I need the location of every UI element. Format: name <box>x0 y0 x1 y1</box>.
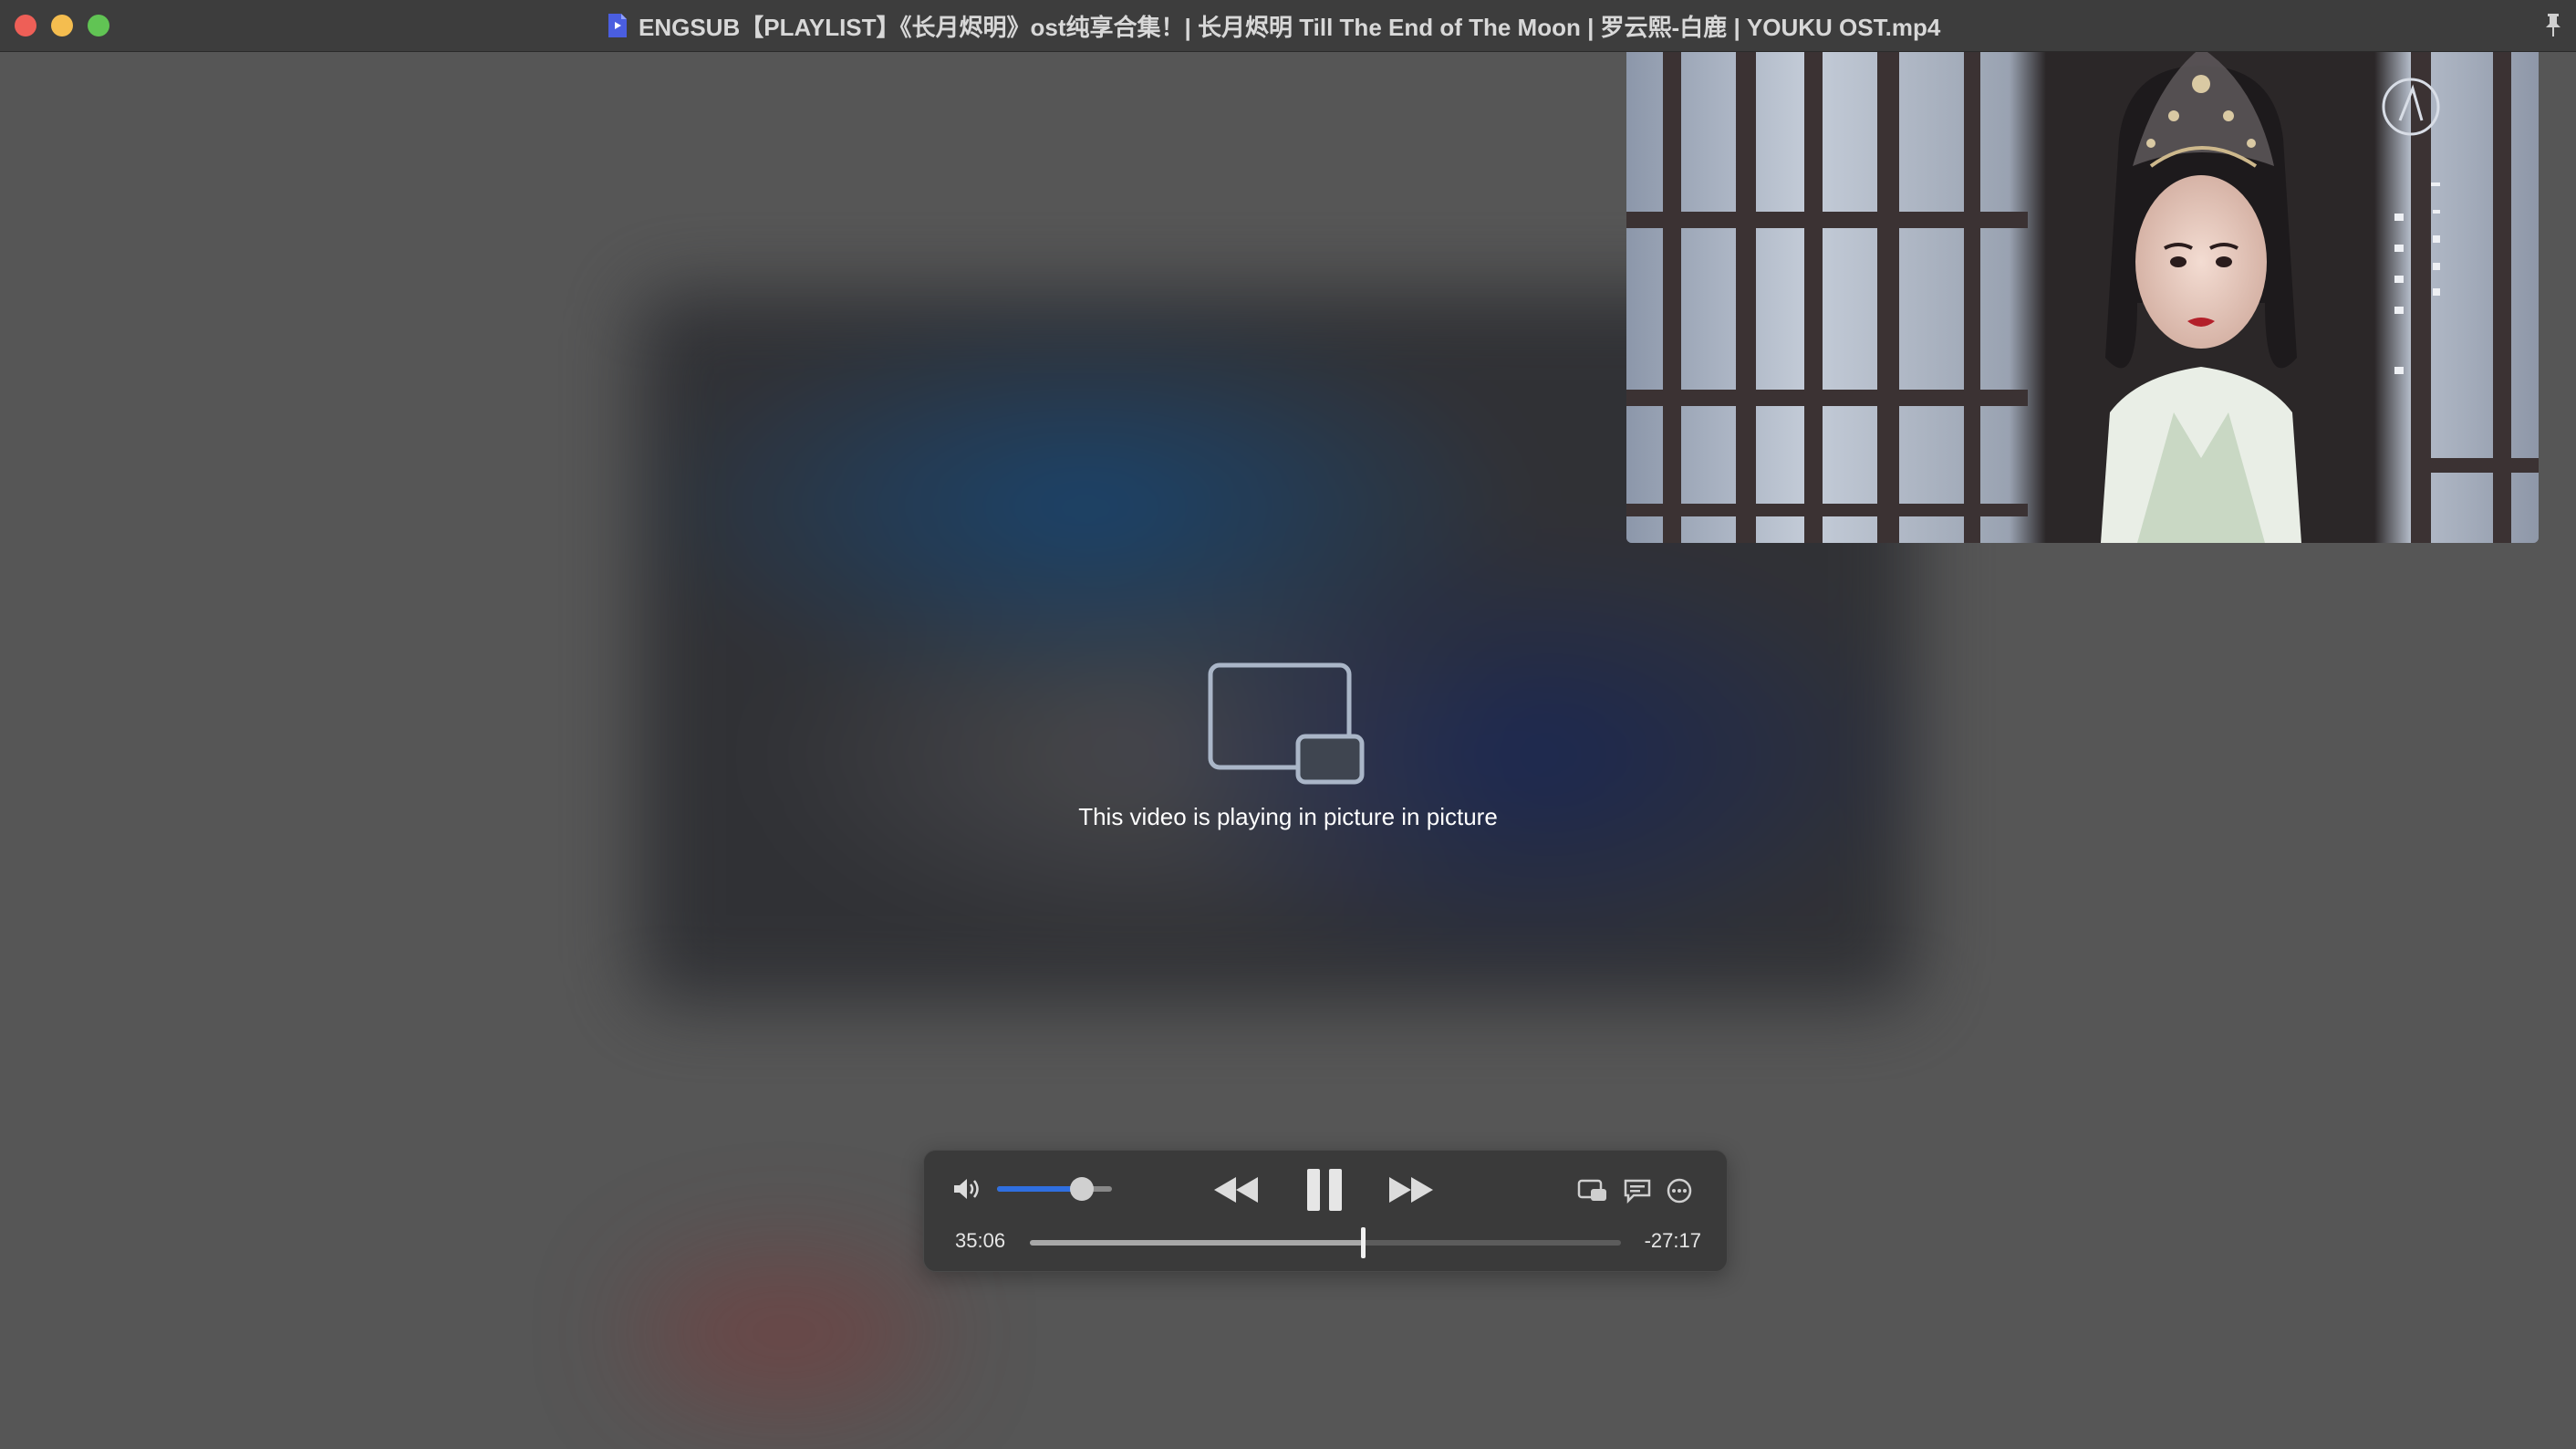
rewind-icon[interactable] <box>1212 1174 1260 1205</box>
playback-progress <box>1030 1240 1363 1246</box>
playhead[interactable] <box>1360 1227 1366 1258</box>
window-title: ENGSUB【PLAYLIST】《长月烬明》ost纯享合集！| 长月烬明 Til… <box>639 13 1941 41</box>
playback-controls: 35:06 -27:17 <box>923 1150 1728 1272</box>
quicktime-doc-icon <box>608 14 627 37</box>
pip-video-window[interactable] <box>1626 29 2539 543</box>
window-title-group: ENGSUB【PLAYLIST】《长月烬明》ost纯享合集！| 长月烬明 Til… <box>608 9 1940 42</box>
pause-icon[interactable] <box>1304 1167 1345 1213</box>
backdrop-glow <box>639 1259 930 1405</box>
playback-scrubber[interactable] <box>1030 1227 1621 1258</box>
minimize-button[interactable] <box>51 15 73 36</box>
pip-status-message: This video is playing in picture in pict… <box>1078 803 1498 830</box>
fast-forward-icon[interactable] <box>1387 1174 1435 1205</box>
volume-level <box>997 1186 1083 1192</box>
picture-in-picture-icon <box>1208 662 1365 785</box>
speaker-icon[interactable] <box>951 1176 984 1202</box>
more-options-icon[interactable] <box>1667 1178 1692 1204</box>
title-bar[interactable]: ENGSUB【PLAYLIST】《长月烬明》ost纯享合集！| 长月烬明 Til… <box>0 0 2576 52</box>
remaining-time: -27:17 <box>1644 1229 1701 1252</box>
volume-knob[interactable] <box>1070 1177 1095 1201</box>
quicktime-window: ENGSUB【PLAYLIST】《长月烬明》ost纯享合集！| 长月烬明 Til… <box>0 0 2576 1449</box>
volume-slider[interactable] <box>997 1177 1112 1201</box>
close-button[interactable] <box>15 15 36 36</box>
maximize-button[interactable] <box>88 15 109 36</box>
airplay-icon[interactable] <box>1577 1178 1608 1204</box>
pin-icon[interactable] <box>2541 11 2565 38</box>
pip-video-frame <box>1626 29 2539 543</box>
elapsed-time: 35:06 <box>955 1229 1006 1252</box>
subtitles-icon[interactable] <box>1623 1178 1652 1204</box>
